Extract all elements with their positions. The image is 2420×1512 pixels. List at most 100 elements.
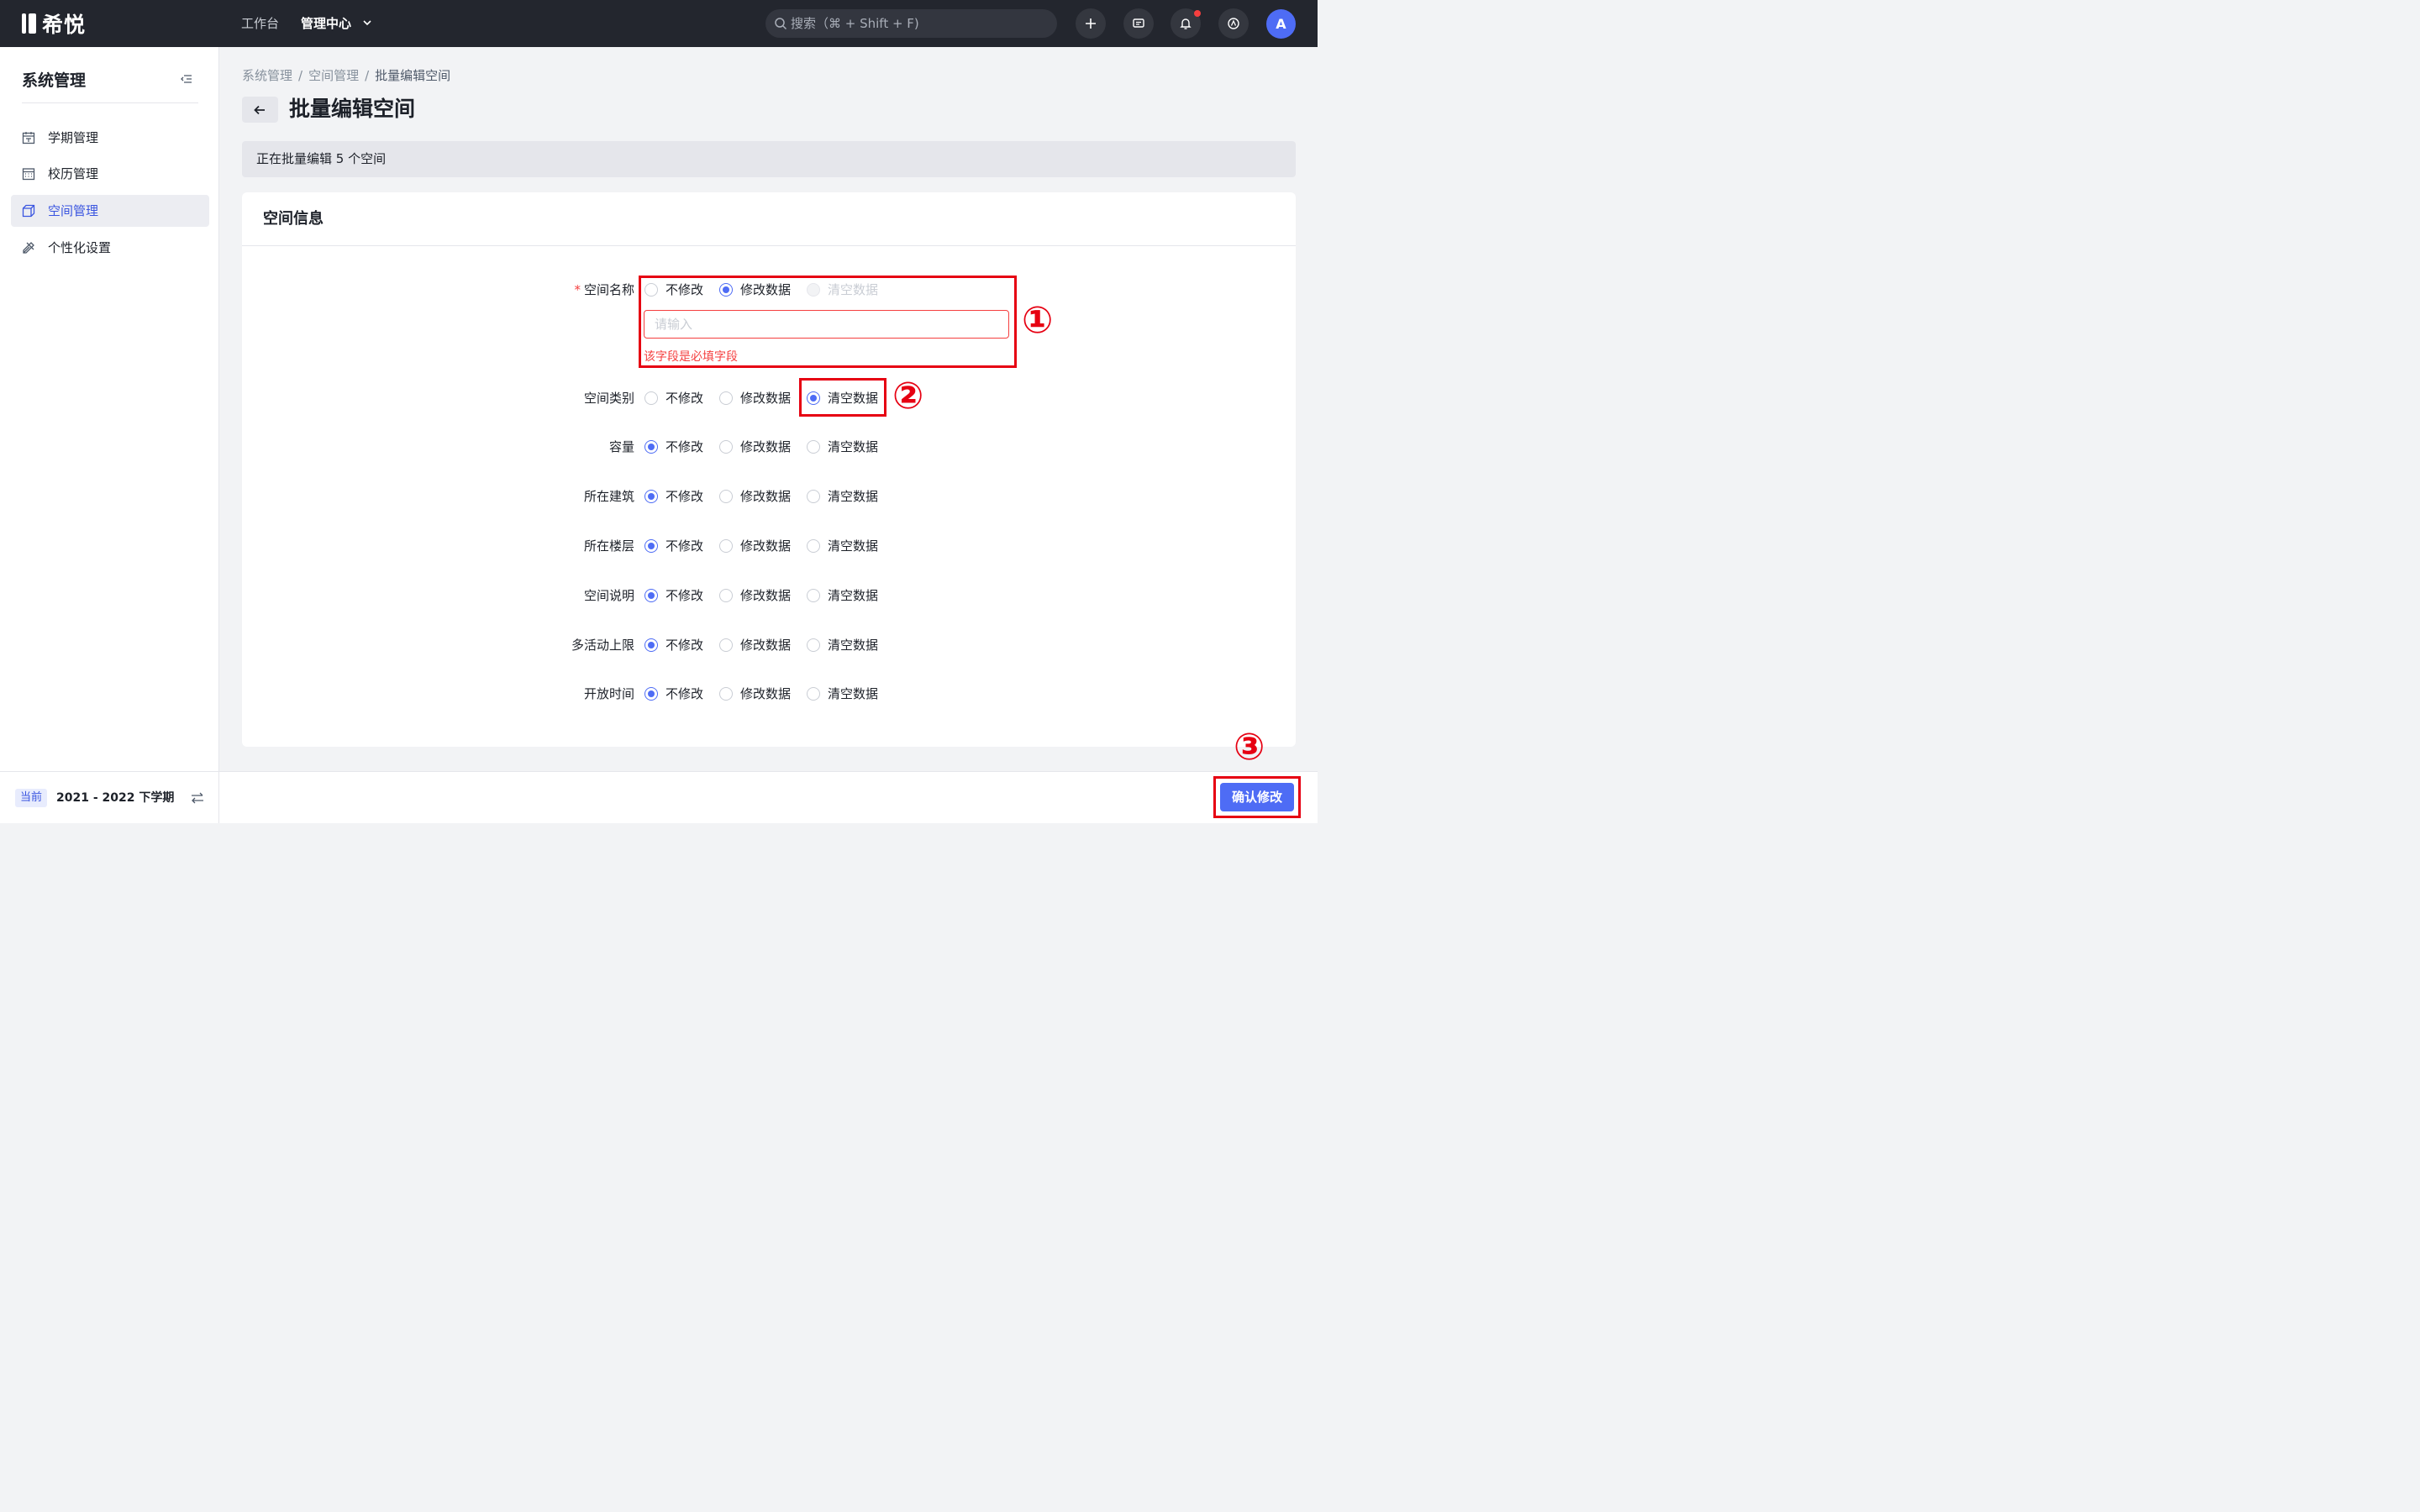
radio-circle[interactable]: [807, 638, 820, 652]
field-label-text: 多活动上限: [571, 638, 634, 653]
radio-circle[interactable]: [644, 490, 658, 503]
field-label-text: 所在建筑: [583, 489, 634, 504]
user-avatar[interactable]: A: [1266, 9, 1296, 39]
app-logo[interactable]: 希悦: [22, 11, 87, 37]
field-label: 多活动上限: [571, 637, 634, 654]
sidebar-item-label: 空间管理: [48, 203, 99, 218]
radio-label: 修改数据: [740, 538, 792, 554]
radio-circle[interactable]: [719, 638, 733, 652]
sidebar-item-school-calendar[interactable]: 校历管理: [11, 158, 209, 190]
compass-icon: [1228, 18, 1239, 29]
sidebar-item-personalization[interactable]: 个性化设置: [11, 232, 209, 264]
search-input[interactable]: [791, 9, 1043, 38]
radio-label: 不修改: [666, 588, 704, 603]
radio-circle[interactable]: [807, 539, 820, 553]
radio-circle[interactable]: [719, 539, 733, 553]
logo-icon: [22, 12, 39, 35]
breadcrumb-link[interactable]: 空间管理: [308, 68, 359, 83]
radio-circle[interactable]: [644, 440, 658, 454]
radio-circle[interactable]: [807, 490, 820, 503]
sidebar-item-label: 个性化设置: [48, 240, 112, 255]
radio-circle[interactable]: [719, 589, 733, 602]
radio-circle[interactable]: [644, 539, 658, 553]
swap-icon[interactable]: [190, 790, 205, 806]
radio-label: 清空数据: [828, 439, 879, 454]
nav-workbench[interactable]: 工作台: [241, 14, 279, 33]
radio-label: 修改数据: [740, 588, 792, 603]
radio-circle[interactable]: [644, 589, 658, 602]
field-row: 空间类别 不修改 修改数据 清空数据: [242, 387, 1296, 409]
field-label: 空间说明: [584, 587, 634, 604]
chevron-down-icon[interactable]: [361, 17, 373, 29]
radio-label: 修改数据: [740, 391, 792, 406]
field-label: 空间类别: [584, 390, 634, 407]
radio-circle[interactable]: [719, 490, 733, 503]
arrow-left-icon: [254, 105, 265, 115]
radio-circle[interactable]: [719, 391, 733, 405]
sidebar-item-term[interactable]: 学期管理: [11, 122, 209, 154]
field-row: 多活动上限 不修改 修改数据 清空数据: [242, 634, 1296, 656]
annotation-box-1: [639, 276, 1017, 368]
radio-circle[interactable]: [807, 589, 820, 602]
global-search[interactable]: [765, 9, 1057, 38]
breadcrumb-current: 批量编辑空间: [375, 68, 451, 83]
back-button[interactable]: [242, 97, 278, 123]
radio-label: 不修改: [666, 538, 704, 554]
radio-circle[interactable]: [719, 440, 733, 454]
radio-label: 不修改: [666, 391, 704, 406]
radio-label: 不修改: [666, 439, 704, 454]
term-switcher: 当前 2021 - 2022 下学期: [0, 771, 219, 823]
add-button[interactable]: [1076, 8, 1106, 39]
sidebar-item-space[interactable]: 空间管理: [11, 195, 209, 227]
radio-circle[interactable]: [807, 440, 820, 454]
banner-text: 正在批量编辑 5 个空间: [256, 151, 387, 166]
field-row: 空间说明 不修改 修改数据 清空数据: [242, 585, 1296, 606]
breadcrumb-separator: /: [365, 68, 370, 83]
calendar-icon: [22, 132, 35, 144]
radio-circle[interactable]: [807, 687, 820, 701]
radio-label: 清空数据: [828, 638, 879, 653]
breadcrumb-link[interactable]: 系统管理: [242, 68, 292, 83]
radio-circle[interactable]: [719, 687, 733, 701]
field-label-text: 空间类别: [583, 391, 634, 406]
cube-icon: [22, 204, 35, 218]
annotation-number-3: ③: [1234, 726, 1265, 769]
confirm-button[interactable]: 确认修改: [1220, 783, 1294, 811]
notification-badge: [1194, 10, 1201, 17]
field-row: 开放时间 不修改 修改数据 清空数据: [242, 683, 1296, 705]
radio-label: 修改数据: [740, 686, 792, 701]
radio-label: 清空数据: [828, 588, 879, 603]
field-label-text: 空间说明: [583, 588, 634, 603]
current-term-text: 2021 - 2022 下学期: [56, 791, 175, 805]
plus-icon: [1086, 18, 1096, 29]
app-root: 希悦 工作台 管理中心 A 系统管理 学期管理: [0, 0, 1318, 823]
message-icon: [1133, 18, 1144, 28]
radio-circle[interactable]: [644, 687, 658, 701]
sidebar-title: 系统管理: [22, 71, 87, 90]
breadcrumb-separator: /: [298, 68, 303, 83]
sidebar-item-label: 校历管理: [48, 166, 99, 181]
annotation-number-1: ①: [1022, 299, 1054, 342]
radio-label: 修改数据: [740, 439, 792, 454]
batch-edit-banner: 正在批量编辑 5 个空间: [242, 141, 1296, 177]
messages-button[interactable]: [1123, 8, 1154, 39]
radio-label: 不修改: [666, 686, 704, 701]
field-label-text: 容量: [608, 439, 634, 454]
tools-icon: [23, 242, 34, 254]
radio-circle[interactable]: [644, 391, 658, 405]
breadcrumb: 系统管理 / 空间管理 / 批量编辑空间: [242, 67, 450, 84]
search-icon: [775, 18, 787, 30]
nav-admin-center[interactable]: 管理中心: [301, 14, 351, 33]
sidebar-divider: [22, 102, 198, 103]
field-row: 所在楼层 不修改 修改数据 清空数据: [242, 535, 1296, 557]
radio-label: 清空数据: [828, 538, 879, 554]
assistant-button[interactable]: [1218, 8, 1249, 39]
field-label-text: 空间名称: [583, 282, 634, 297]
annotation-box-2: [799, 378, 886, 417]
card-divider: [242, 245, 1296, 246]
page-title: 批量编辑空间: [289, 97, 416, 121]
radio-circle[interactable]: [644, 638, 658, 652]
radio-label: 不修改: [666, 489, 704, 504]
collapse-sidebar-icon[interactable]: [180, 72, 193, 86]
logo-text: 希悦: [42, 13, 87, 37]
